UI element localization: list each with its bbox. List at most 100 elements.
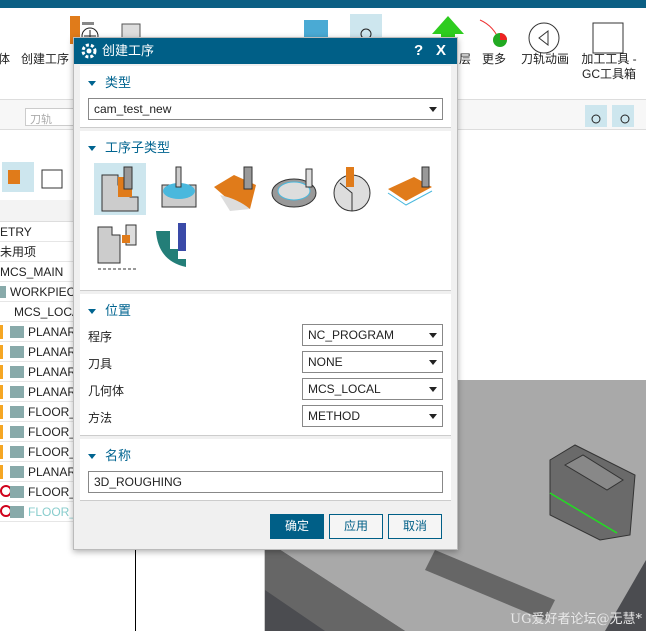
- warning-icon: [0, 425, 3, 439]
- row-label: FLOOR_: [28, 425, 77, 439]
- warning-icon: [0, 445, 3, 459]
- create-operation-dialog: 创建工序 ? X 类型 cam_test_new 工序子类型 位置 程序 NC_P…: [73, 37, 458, 550]
- field-label: 几何体: [88, 384, 125, 398]
- row-label: PLANAR: [28, 325, 77, 339]
- operation-icon: [10, 426, 24, 438]
- subtype-adaptive-milling[interactable]: [152, 163, 204, 215]
- section-title: 类型: [105, 75, 132, 90]
- name-section-header[interactable]: 名称: [88, 445, 131, 464]
- operation-icon: [10, 366, 24, 378]
- type-section-header[interactable]: 类型: [88, 72, 131, 91]
- menu-tab-bar: [0, 0, 646, 8]
- help-button[interactable]: ?: [414, 38, 423, 64]
- row-label: PLANAR: [28, 465, 77, 479]
- location-dropdown[interactable]: METHOD: [302, 405, 443, 427]
- column-divider: [135, 550, 136, 631]
- row-label: FLOOR_: [28, 405, 77, 419]
- watermark: UG爱好者论坛@无慧*: [510, 612, 642, 627]
- location-dropdown[interactable]: NONE: [302, 351, 443, 373]
- close-button[interactable]: X: [436, 38, 446, 64]
- operation-icon: [10, 386, 24, 398]
- row-label: PLANAR: [28, 385, 77, 399]
- apply-button[interactable]: 应用: [329, 514, 383, 539]
- name-value: 3D_ROUGHING: [94, 475, 183, 489]
- layer-label[interactable]: 层: [458, 52, 472, 67]
- zlevel-profile-icon: [214, 166, 256, 211]
- more-icon[interactable]: [478, 16, 510, 48]
- row-label: PLANAR: [28, 345, 77, 359]
- operation-icon: [10, 466, 24, 478]
- rest-milling-icon: [387, 166, 433, 206]
- gc-toolbox-icon[interactable]: [592, 22, 624, 54]
- more-label[interactable]: 更多: [478, 52, 510, 67]
- dialog-title: 创建工序: [102, 43, 155, 58]
- collapse-icon: [88, 309, 96, 315]
- chevron-down-icon: [429, 387, 437, 392]
- chevron-down-icon: [429, 333, 437, 338]
- name-input[interactable]: 3D_ROUGHING: [88, 471, 443, 493]
- section-title: 工序子类型: [105, 140, 171, 155]
- chevron-down-icon: [429, 107, 437, 112]
- workpiece-icon: [0, 286, 6, 298]
- subtype-turning-rough[interactable]: [94, 219, 146, 271]
- name-section: 名称 3D_ROUGHING: [80, 439, 451, 501]
- warning-icon: [0, 385, 3, 399]
- zlevel-corner-icon: [156, 223, 186, 267]
- warning-icon: [0, 405, 3, 419]
- plunge-milling-icon: [271, 168, 317, 208]
- mcs-icon: [0, 306, 10, 318]
- view-icon[interactable]: [612, 105, 634, 127]
- dropdown-value: MCS_LOCAL: [308, 382, 381, 396]
- operation-icon: [10, 406, 24, 418]
- field-label: 程序: [88, 330, 113, 344]
- dialog-title-bar[interactable]: 创建工序 ? X: [74, 38, 457, 64]
- warning-icon: [0, 325, 3, 339]
- dropdown-value: METHOD: [308, 409, 360, 423]
- create-operation-label[interactable]: 创建工序: [20, 52, 70, 67]
- ok-button[interactable]: 确定: [270, 514, 324, 539]
- subtype-cavity-mill[interactable]: [94, 163, 146, 215]
- collapse-icon: [88, 81, 96, 87]
- toolpath-animation-label[interactable]: 刀轨动画: [520, 52, 570, 67]
- subtype-zlevel-corner[interactable]: [152, 219, 204, 271]
- toolpath-animation-icon[interactable]: [528, 22, 560, 54]
- adaptive-milling-icon: [161, 166, 197, 208]
- warning-icon: [0, 365, 3, 379]
- gc-toolbox-label[interactable]: 加工工具 - GC工具箱: [576, 52, 642, 82]
- cavity-mill-icon: [101, 166, 139, 212]
- cancel-button[interactable]: 取消: [388, 514, 442, 539]
- section-title: 位置: [105, 303, 132, 318]
- warning-icon: [0, 345, 3, 359]
- subtype-plunge-milling[interactable]: [268, 163, 320, 215]
- location-dropdown[interactable]: MCS_LOCAL: [302, 378, 443, 400]
- subtype-corner-rough[interactable]: [326, 163, 378, 215]
- subtype-rest-milling[interactable]: [384, 163, 436, 215]
- mcs-display-icon[interactable]: [585, 105, 607, 127]
- type-section: 类型 cam_test_new: [80, 66, 451, 128]
- chevron-down-icon: [429, 360, 437, 365]
- subtype-section: 工序子类型: [80, 131, 451, 291]
- filter-input[interactable]: 刀轨: [25, 108, 75, 126]
- location-section-header[interactable]: 位置: [88, 300, 131, 319]
- corner-rough-icon: [333, 167, 371, 212]
- row-label: FLOOR_: [28, 505, 77, 519]
- row-label: FLOOR_: [28, 485, 77, 499]
- chevron-down-icon: [429, 414, 437, 419]
- method-view-icon[interactable]: [38, 162, 68, 192]
- subtype-section-header[interactable]: 工序子类型: [88, 137, 170, 156]
- subtype-zlevel-profile[interactable]: [210, 163, 262, 215]
- operation-icon: [10, 506, 24, 518]
- row-label: MCS_MAIN: [0, 265, 64, 279]
- operation-icon: [10, 446, 24, 458]
- operation-icon: [10, 486, 24, 498]
- row-label: PLANAR: [28, 365, 77, 379]
- collapse-icon: [88, 146, 96, 152]
- turning-rough-icon: [97, 224, 138, 270]
- geometry-view-icon[interactable]: [2, 162, 34, 192]
- gear-icon: [81, 43, 97, 59]
- location-dropdown[interactable]: NC_PROGRAM: [302, 324, 443, 346]
- dropdown-value: NONE: [308, 355, 343, 369]
- warning-icon: [0, 465, 3, 479]
- type-dropdown[interactable]: cam_test_new: [88, 98, 443, 120]
- operation-icon: [10, 346, 24, 358]
